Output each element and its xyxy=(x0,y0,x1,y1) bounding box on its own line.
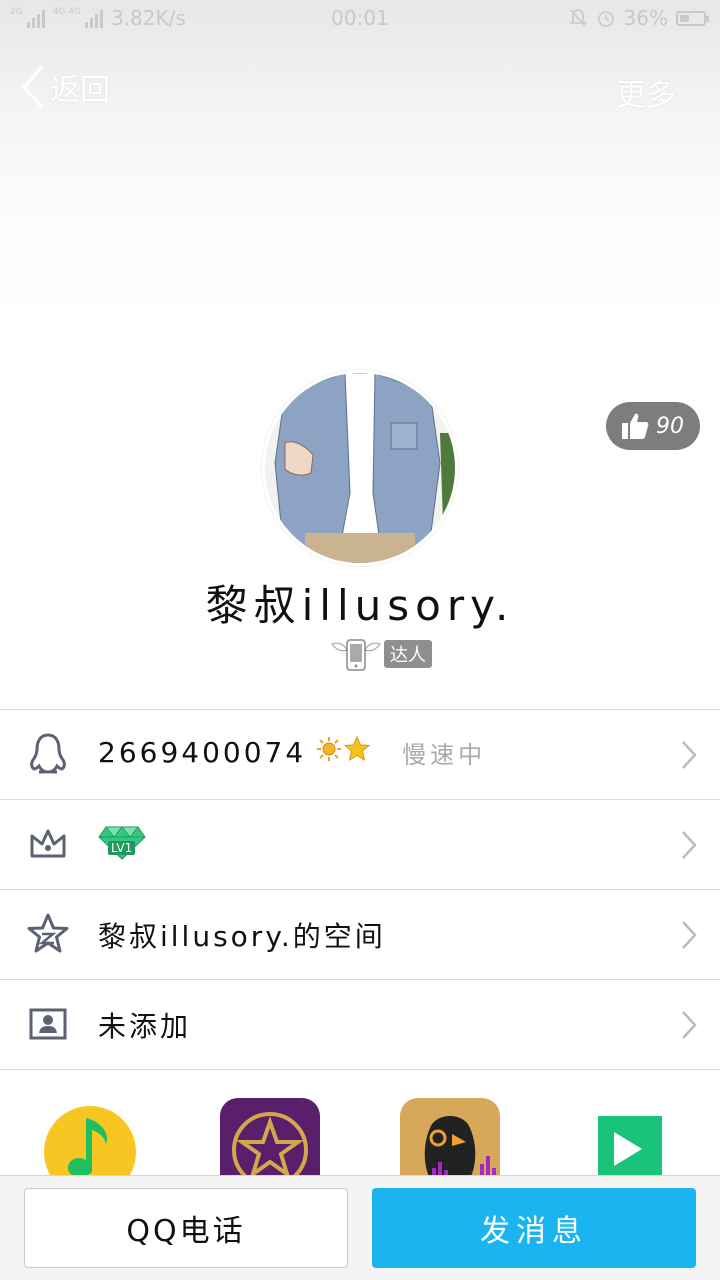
like-button[interactable]: 90 xyxy=(606,402,700,450)
penguin-app-icon[interactable] xyxy=(400,1098,500,1176)
contact-card-label: 未添加 xyxy=(98,1010,192,1043)
back-label: 返回 xyxy=(50,73,110,108)
qzone-label: 黎叔illusory.的空间 xyxy=(98,920,386,953)
vip-level-row[interactable]: LV1 xyxy=(0,800,720,890)
bottom-action-bar: QQ电话 发消息 xyxy=(0,1175,720,1280)
app-icons-row xyxy=(0,1070,720,1176)
qq-call-button[interactable]: QQ电话 xyxy=(24,1188,348,1268)
sun-icon xyxy=(316,736,342,769)
chevron-left-icon xyxy=(21,65,44,109)
badge-label: 达人 xyxy=(384,640,432,668)
chevron-right-icon xyxy=(682,831,697,859)
status-bar: 2G 4G 4G 3.82K/s 00:01 36% xyxy=(0,0,720,36)
send-message-button[interactable]: 发消息 xyxy=(372,1188,696,1268)
winged-phone-icon xyxy=(331,639,381,671)
avatar[interactable] xyxy=(262,370,458,566)
nav-bar: 返回 更多 xyxy=(0,56,720,122)
profile-info-list: 2669400074 慢速中 LV1 黎叔illusory.的空间 未添加 xyxy=(0,709,720,1070)
crown-icon xyxy=(26,822,70,866)
chevron-right-icon xyxy=(682,921,697,949)
star-app-icon[interactable] xyxy=(220,1098,320,1176)
status-slow: 慢速中 xyxy=(402,741,487,769)
contact-card-icon xyxy=(26,1002,70,1046)
qq-number-row[interactable]: 2669400074 慢速中 xyxy=(0,710,720,800)
contact-card-row[interactable]: 未添加 xyxy=(0,980,720,1070)
alarm-icon xyxy=(597,11,614,27)
thumbs-up-icon xyxy=(622,413,649,439)
nickname: 黎叔illusory. xyxy=(205,581,515,630)
like-count: 90 xyxy=(656,413,684,439)
qq-music-icon[interactable] xyxy=(40,1098,140,1176)
talent-badge[interactable]: 达人 xyxy=(330,636,432,672)
qzone-row[interactable]: 黎叔illusory.的空间 xyxy=(0,890,720,980)
mute-bell-icon xyxy=(568,9,587,27)
avatar-illustration xyxy=(265,373,455,563)
diamond-level-icon: LV1 xyxy=(98,825,146,861)
penguin-icon xyxy=(26,732,70,776)
video-app-icon[interactable] xyxy=(580,1098,680,1176)
star-icon xyxy=(343,735,371,769)
battery-icon xyxy=(676,10,709,26)
more-button[interactable]: 更多 xyxy=(616,70,676,114)
chevron-right-icon xyxy=(682,741,697,769)
chevron-right-icon xyxy=(682,1011,697,1039)
qzone-star-icon xyxy=(26,912,70,956)
level-label: LV1 xyxy=(108,841,136,855)
qq-number: 2669400074 xyxy=(98,736,307,769)
back-button[interactable]: 返回 xyxy=(20,64,110,110)
battery-percent: 36% xyxy=(623,6,668,30)
